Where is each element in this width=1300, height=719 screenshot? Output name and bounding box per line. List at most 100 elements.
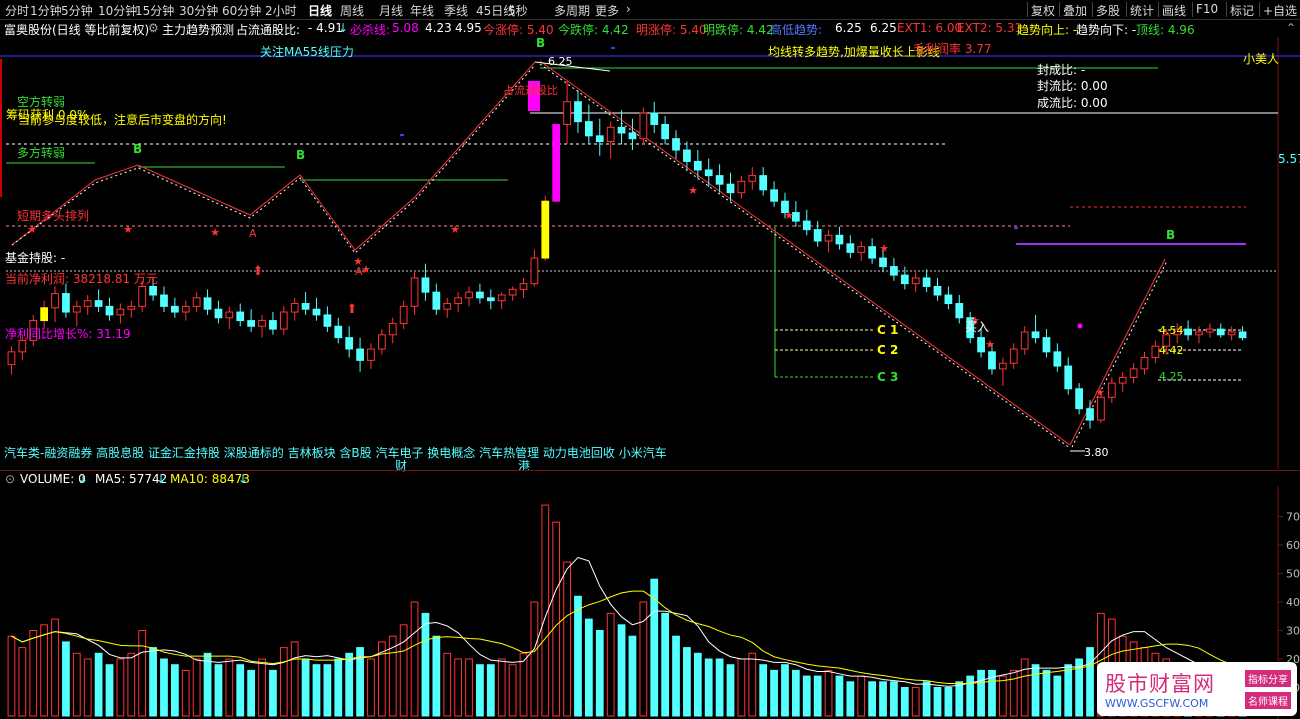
indicator-info-bar: 富奥股份(日线 等比前复权) ⚙ 主力趋势预测 占流通股比: - 4.91 ↓ … bbox=[0, 19, 1300, 37]
volume-bar bbox=[72, 652, 81, 717]
uptrend-line bbox=[1069, 258, 1166, 446]
volume-bar bbox=[225, 658, 234, 717]
star-marker: ★ bbox=[1095, 386, 1105, 399]
candle bbox=[203, 289, 212, 315]
net-profit-text: 当前净利润: 38218.81 万元 bbox=[5, 272, 158, 286]
candle bbox=[1205, 323, 1214, 338]
float-ratio-annotation: 占流通股比 bbox=[503, 84, 558, 97]
period-tab-15[interactable]: 多周期 bbox=[554, 2, 590, 19]
candle bbox=[911, 272, 920, 293]
tool-button-7[interactable]: +自选 bbox=[1263, 2, 1297, 19]
period-tab-11[interactable]: 年线 bbox=[410, 2, 434, 19]
candle bbox=[279, 306, 288, 335]
volume-bar bbox=[977, 669, 985, 717]
candle-body bbox=[356, 348, 364, 361]
c2-label: C 2 bbox=[877, 343, 899, 357]
candle bbox=[595, 118, 604, 156]
candle-body bbox=[149, 285, 157, 296]
candle bbox=[1238, 326, 1247, 341]
volume-bar bbox=[247, 669, 256, 717]
candle bbox=[399, 300, 408, 330]
tool-button-1[interactable]: 叠加 bbox=[1063, 2, 1087, 19]
value-4: 6.25 bbox=[870, 21, 897, 35]
candle-body bbox=[704, 169, 713, 177]
period-tab-10[interactable]: 月线 bbox=[379, 2, 403, 19]
period-tab-0[interactable]: 分时 bbox=[5, 2, 29, 19]
volume-bar bbox=[998, 675, 1007, 717]
candle bbox=[922, 269, 931, 293]
period-tab-9[interactable]: 周线 bbox=[340, 2, 364, 19]
period-tab-3[interactable]: 10分钟 bbox=[98, 2, 137, 19]
candle bbox=[933, 277, 942, 301]
volume-bar bbox=[879, 681, 887, 717]
downtrend-line-dashed bbox=[539, 63, 1071, 449]
candle-body bbox=[1238, 331, 1247, 339]
candle-body bbox=[835, 234, 844, 245]
down-arrow-icon: ↓ bbox=[78, 472, 89, 486]
period-tab-2[interactable]: 5分钟 bbox=[61, 2, 93, 19]
level-1-label: 4.54 bbox=[1159, 324, 1184, 337]
tool-button-6[interactable]: 标记 bbox=[1230, 2, 1254, 19]
top-line-value: 顶线: 4.96 bbox=[1136, 23, 1195, 37]
tool-button-5[interactable]: F10 bbox=[1196, 2, 1218, 16]
candle-body bbox=[1086, 408, 1094, 421]
candle-body bbox=[988, 351, 996, 370]
candle-body bbox=[116, 308, 125, 316]
candle-body bbox=[672, 138, 680, 151]
volume-bar bbox=[94, 652, 103, 717]
candle-body bbox=[399, 305, 408, 324]
tool-button-2[interactable]: 多股 bbox=[1096, 2, 1120, 19]
bulls-weak-text: 多方转弱 bbox=[17, 146, 66, 160]
more-chevron-icon[interactable]: › bbox=[626, 2, 631, 16]
candle bbox=[410, 272, 419, 315]
candle-body bbox=[693, 160, 702, 171]
candle bbox=[737, 175, 746, 199]
tool-button-3[interactable]: 统计 bbox=[1130, 2, 1154, 19]
volume-bar bbox=[791, 669, 800, 717]
candle-body bbox=[552, 123, 561, 202]
period-tab-8[interactable]: 日线 bbox=[308, 2, 332, 19]
collapse-icon[interactable]: ⌃ bbox=[1286, 21, 1296, 35]
volume-bar bbox=[726, 664, 735, 717]
concept-tags[interactable]: 汽车类-融资融券 高股息股 证金汇金持股 深股通标的 吉林板块 含B股 汽车电子… bbox=[4, 444, 667, 461]
volume-bar bbox=[51, 618, 59, 717]
volume-bar bbox=[279, 647, 288, 717]
period-tab-5[interactable]: 30分钟 bbox=[179, 2, 218, 19]
period-tab-6[interactable]: 60分钟 bbox=[222, 2, 261, 19]
candle bbox=[377, 329, 386, 355]
candle-body bbox=[40, 307, 49, 322]
volume-bar bbox=[672, 635, 680, 717]
period-tab-4[interactable]: 15分钟 bbox=[135, 2, 174, 19]
seal-deal-ratio: 封成比: - bbox=[1037, 63, 1086, 77]
period-tab-1[interactable]: 1分钟 bbox=[30, 2, 62, 19]
star-marker: ★ bbox=[879, 242, 889, 255]
candle bbox=[94, 289, 103, 313]
volume-bar bbox=[170, 664, 179, 717]
candle bbox=[955, 295, 964, 324]
candle bbox=[225, 306, 234, 330]
period-tab-7[interactable]: 2小时 bbox=[265, 2, 297, 19]
period-tab-16[interactable]: 更多 bbox=[595, 2, 619, 19]
candle-body bbox=[1064, 365, 1073, 390]
tool-button-0[interactable]: 复权 bbox=[1031, 2, 1055, 19]
candle bbox=[290, 297, 299, 321]
tool-button-4[interactable]: 画线 bbox=[1162, 2, 1186, 19]
candle-body bbox=[955, 303, 964, 319]
candle bbox=[269, 312, 277, 335]
period-tab-14[interactable]: 5秒 bbox=[508, 2, 528, 19]
volume-settings-icon[interactable]: ⊙ bbox=[5, 472, 15, 486]
candle-body bbox=[1031, 331, 1040, 339]
volume-header: ⊙ VOLUME: 0 ↓ MA5: 57742 ↓ MA10: 88473 ↓ bbox=[0, 470, 1300, 487]
candle bbox=[454, 292, 463, 313]
volume-bar bbox=[584, 618, 593, 717]
candle-body bbox=[334, 325, 343, 339]
candle-body bbox=[933, 285, 942, 296]
candle bbox=[497, 292, 506, 310]
candle bbox=[1140, 351, 1149, 375]
star-marker: ★ bbox=[123, 223, 133, 236]
period-tab-12[interactable]: 季线 bbox=[444, 2, 468, 19]
indicator-name[interactable]: 主力趋势预测 bbox=[162, 21, 234, 38]
xiaomeiren-text: 小美人 bbox=[1243, 52, 1280, 66]
settings-gear-icon[interactable]: ⚙ bbox=[148, 21, 159, 35]
candle-body bbox=[900, 274, 909, 285]
